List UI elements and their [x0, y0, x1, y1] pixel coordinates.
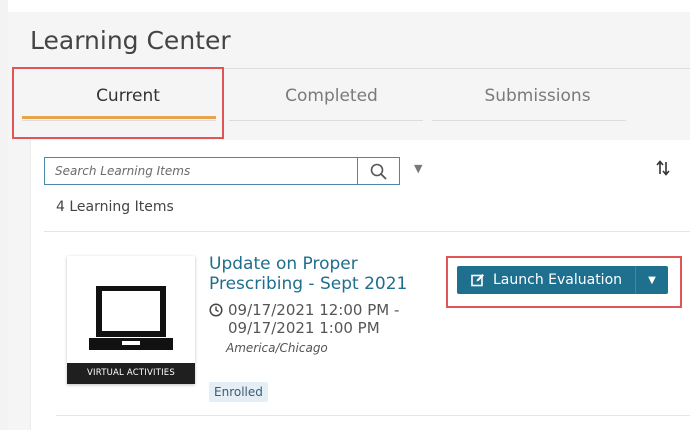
laptop-icon: [89, 286, 173, 350]
launch-evaluation-button[interactable]: Launch Evaluation: [457, 266, 637, 294]
sort-icon[interactable]: [656, 160, 670, 180]
thumbnail-label: VIRTUAL ACTIVITIES: [67, 363, 195, 384]
search-input[interactable]: [45, 158, 357, 184]
learning-center-page: Learning Center Current Completed Submis…: [8, 12, 690, 430]
item-title-link[interactable]: Update on Proper Prescribing - Sept 2021: [209, 254, 419, 294]
status-badge: Enrolled: [209, 382, 268, 402]
list-item: VIRTUAL ACTIVITIES Update on Proper Pres…: [31, 232, 690, 416]
tab-completed[interactable]: Completed: [234, 86, 429, 106]
edit-icon: [471, 273, 485, 287]
item-timezone: America/Chicago: [226, 341, 328, 355]
learning-items-panel: ▼ 4 Learning Items VIRTUAL ACTIVITIES Up…: [30, 140, 690, 430]
page-title: Learning Center: [30, 26, 231, 55]
search-box: [44, 157, 400, 185]
tab-submissions[interactable]: Submissions: [440, 86, 635, 106]
search-button[interactable]: [357, 158, 399, 184]
tab-underline-completed: [229, 120, 423, 121]
item-thumbnail[interactable]: VIRTUAL ACTIVITIES: [67, 256, 195, 384]
items-count: 4 Learning Items: [56, 199, 174, 215]
highlight-box-current-tab: [12, 67, 224, 139]
search-icon: [370, 163, 387, 179]
left-edge: [0, 0, 8, 430]
item-time-start: 09/17/2021 12:00 PM -: [228, 301, 400, 319]
launch-evaluation-label: Launch Evaluation: [493, 272, 623, 288]
tab-underline-submissions: [432, 120, 626, 121]
clock-icon: [209, 303, 223, 317]
chevron-down-icon[interactable]: ▼: [414, 162, 422, 175]
card-divider: [56, 415, 690, 416]
item-time-end: 09/17/2021 1:00 PM: [228, 319, 380, 337]
chevron-down-icon[interactable]: ▼: [635, 266, 668, 294]
